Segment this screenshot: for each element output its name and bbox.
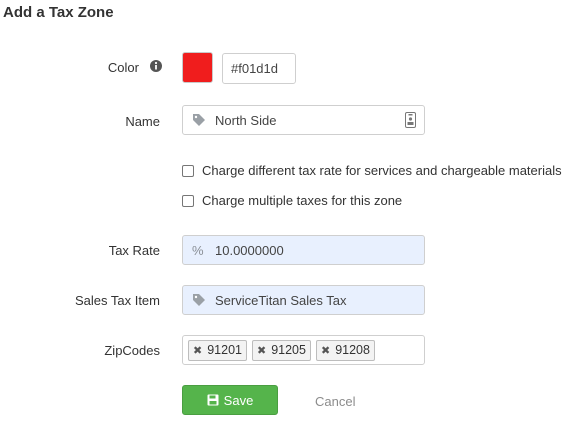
different-rates-label: Charge different tax rate for services a… — [202, 163, 562, 178]
page-title: Add a Tax Zone — [3, 4, 114, 21]
name-input[interactable]: North Side — [182, 105, 425, 135]
sales-tax-item-label: Sales Tax Item — [74, 293, 160, 308]
zipcodes-label: ZipCodes — [104, 343, 160, 358]
tax-rate-input[interactable]: % 10.0000000 — [182, 235, 425, 265]
cancel-button[interactable]: Cancel — [315, 394, 355, 409]
zipcodes-input[interactable]: ✖ 91201 ✖ 91205 ✖ 91208 — [182, 335, 425, 365]
zipcode-tag: ✖ 91208 — [315, 339, 375, 361]
color-hex-value: #f01d1d — [231, 61, 278, 76]
zipcode-tag-label: 91208 — [335, 343, 370, 357]
id-badge-icon — [405, 112, 416, 128]
percent-icon: % — [192, 242, 204, 258]
info-circle-icon[interactable] — [149, 59, 163, 73]
tag-icon — [192, 293, 206, 307]
name-value: North Side — [215, 112, 277, 128]
remove-tag-icon[interactable]: ✖ — [257, 344, 266, 357]
tax-rate-value: 10.0000000 — [215, 242, 284, 258]
tag-icon — [192, 113, 206, 127]
option-multiple-taxes[interactable]: Charge multiple taxes for this zone — [182, 193, 402, 208]
save-button-label: Save — [223, 392, 254, 408]
tax-rate-label: Tax Rate — [108, 243, 160, 258]
remove-tag-icon[interactable]: ✖ — [321, 344, 330, 357]
multiple-taxes-checkbox[interactable] — [182, 194, 194, 207]
remove-tag-icon[interactable]: ✖ — [193, 344, 202, 357]
color-hex-input[interactable]: #f01d1d — [222, 53, 296, 84]
different-rates-checkbox[interactable] — [182, 164, 194, 177]
color-swatch[interactable] — [182, 52, 213, 83]
sales-tax-item-value: ServiceTitan Sales Tax — [215, 292, 347, 308]
floppy-disk-icon — [207, 394, 219, 406]
multiple-taxes-label: Charge multiple taxes for this zone — [202, 193, 403, 208]
color-label: Color — [107, 60, 139, 75]
save-button[interactable]: Save — [182, 385, 278, 415]
sales-tax-item-input[interactable]: ServiceTitan Sales Tax — [182, 285, 425, 315]
zipcode-tag-label: 91201 — [207, 343, 242, 357]
zipcode-tag-label: 91205 — [271, 343, 306, 357]
zipcode-tag: ✖ 91201 — [188, 339, 247, 361]
name-label: Name — [125, 114, 160, 129]
option-different-rates[interactable]: Charge different tax rate for services a… — [182, 163, 562, 178]
zipcode-tag: ✖ 91205 — [251, 339, 311, 361]
